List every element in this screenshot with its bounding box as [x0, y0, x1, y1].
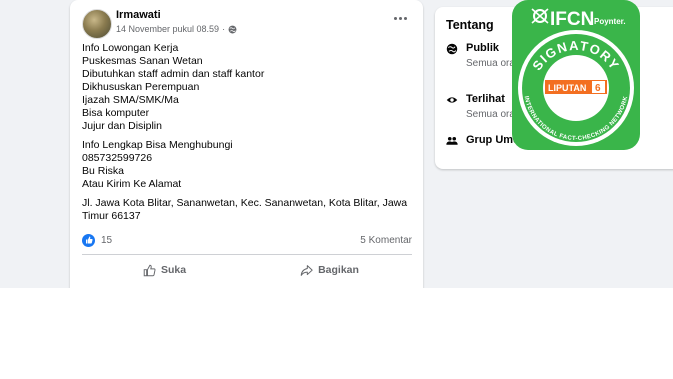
- post-line: Bu Riska: [82, 165, 125, 177]
- post-line: Ijazah SMA/SMK/Ma: [82, 94, 179, 106]
- post-phone: 085732599726: [82, 152, 153, 164]
- post-body: Info Lowongan Kerja Puskesmas Sanan Weta…: [82, 42, 412, 229]
- reactions-bar: 15 5 Komentar: [82, 232, 412, 248]
- liputan6-number: 6: [595, 83, 601, 94]
- divider: [82, 254, 412, 255]
- globe-icon: [228, 25, 237, 33]
- post-line: Info Lowongan Kerja: [82, 42, 179, 54]
- like-reaction-icon[interactable]: [82, 233, 95, 247]
- post-address: Jl. Jawa Kota Blitar, Sananwetan, Kec. S…: [82, 197, 408, 222]
- poynter-wordmark: Poynter.: [594, 17, 626, 26]
- post-actions: Suka Bagikan: [82, 258, 412, 282]
- post-author[interactable]: Irmawati: [116, 9, 161, 21]
- post-timestamp[interactable]: 14 November pukul 08.59: [116, 24, 219, 34]
- liputan6-wordmark: LIPUTAN: [548, 83, 586, 93]
- like-button[interactable]: Suka: [82, 258, 247, 282]
- globe-icon: [446, 43, 458, 55]
- about-title: Tentang: [446, 18, 494, 32]
- post-line: Jujur dan Disiplin: [82, 120, 162, 132]
- share-label: Bagikan: [318, 264, 359, 276]
- post-card: Irmawati 14 November pukul 08.59 · Info …: [70, 0, 423, 288]
- about-item-title: Terlihat: [466, 93, 505, 105]
- ifcn-wordmark: IFCN: [550, 9, 594, 30]
- avatar[interactable]: [82, 9, 112, 39]
- share-icon: [300, 264, 313, 276]
- share-button[interactable]: Bagikan: [247, 258, 412, 282]
- post-line: Dibutuhkan staff admin dan staff kantor: [82, 68, 265, 80]
- about-item-title: Publik: [466, 42, 500, 54]
- thumbs-up-icon: [143, 264, 156, 276]
- post-line: Atau Kirim Ke Alamat: [82, 178, 182, 190]
- more-options-icon[interactable]: [388, 10, 412, 26]
- group-icon: [446, 136, 458, 145]
- post-meta: 14 November pukul 08.59 ·: [116, 24, 237, 34]
- eye-icon: [446, 97, 458, 103]
- comments-count-link[interactable]: 5 Komentar: [360, 235, 412, 246]
- reaction-count[interactable]: 15: [101, 235, 112, 246]
- post-line: Info Lengkap Bisa Menghubungi: [82, 139, 233, 151]
- post-line: Bisa komputer: [82, 107, 150, 119]
- ifcn-signatory-badge: IFCN Poynter. SIGNATORY INTERNATIONAL FA…: [512, 0, 640, 150]
- meta-separator: ·: [222, 24, 226, 34]
- like-label: Suka: [160, 264, 187, 276]
- screenshot-area: Irmawati 14 November pukul 08.59 · Info …: [0, 0, 673, 288]
- post-line: Dikhususkan Perempuan: [82, 81, 200, 93]
- post-line: Puskesmas Sanan Wetan: [82, 55, 203, 67]
